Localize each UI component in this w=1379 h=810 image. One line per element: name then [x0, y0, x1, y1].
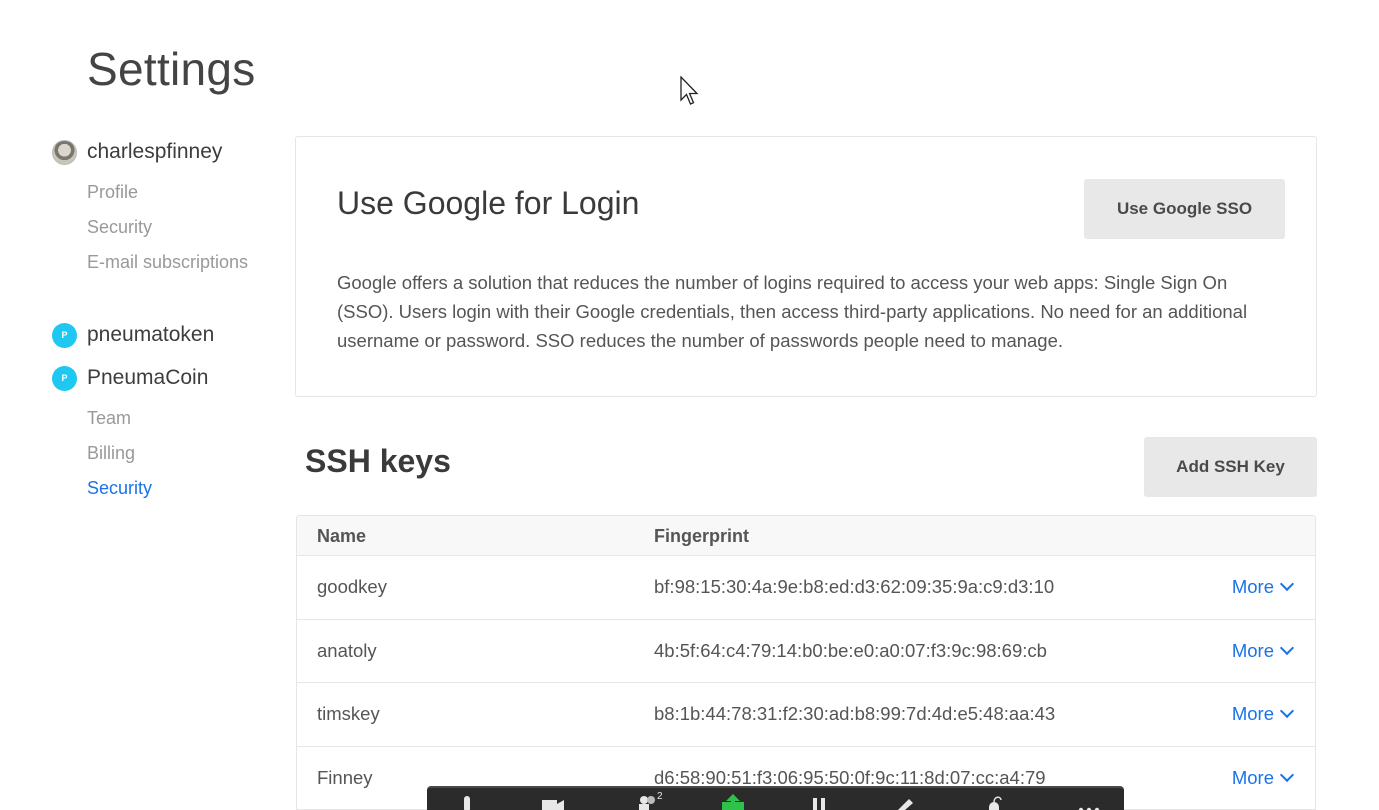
key-fingerprint: b8:1b:44:78:31:f2:30:ad:b8:99:7d:4d:e5:4… [654, 703, 1056, 724]
sidebar-item-user-security[interactable]: Security [87, 217, 152, 238]
more-label: More [1231, 576, 1274, 597]
google-sso-description: Google offers a solution that reduces th… [337, 272, 1248, 351]
table-row: anatoly 4b:5f:64:c4:79:14:b0:be:e0:a0:07… [297, 620, 1315, 683]
sidebar-item-email-subscriptions[interactable]: E-mail subscriptions [87, 252, 248, 273]
key-name: timskey [317, 703, 380, 724]
pause-icon[interactable] [807, 794, 831, 810]
sidebar-user[interactable]: charlespfinney [52, 136, 222, 168]
participants-count: 2 [657, 791, 663, 802]
sidebar-item-billing[interactable]: Billing [87, 443, 135, 464]
ssh-keys-table: Name Fingerprint goodkey bf:98:15:30:4a:… [296, 515, 1316, 810]
google-sso-card: Use Google for Login Use Google SSO Goog… [295, 136, 1317, 397]
microphone-icon[interactable] [455, 794, 479, 810]
table-header: Name Fingerprint [297, 516, 1315, 556]
add-ssh-key-button[interactable]: Add SSH Key [1144, 437, 1317, 497]
sidebar-org-pneumacoin[interactable]: P PneumaCoin [52, 362, 208, 394]
more-button[interactable]: More [1231, 576, 1295, 598]
annotate-icon[interactable] [891, 794, 915, 810]
avatar [52, 139, 77, 165]
video-icon[interactable] [541, 794, 565, 810]
org-badge-icon: P [52, 365, 77, 391]
page-title: Settings [87, 43, 256, 95]
chevron-down-icon [1279, 703, 1295, 719]
more-button[interactable]: More [1231, 766, 1295, 789]
column-header-fingerprint: Fingerprint [654, 526, 749, 546]
more-label: More [1231, 639, 1274, 661]
meeting-toolbar: 2 [427, 786, 1124, 810]
share-screen-icon[interactable] [721, 794, 745, 810]
org-badge-icon: P [52, 322, 77, 348]
ssh-keys-title: SSH keys [305, 443, 451, 479]
sidebar-item-org-security[interactable]: Security [87, 478, 152, 499]
remote-control-icon[interactable] [983, 794, 1007, 810]
chevron-down-icon [1279, 640, 1295, 655]
use-google-sso-button[interactable]: Use Google SSO [1084, 179, 1285, 239]
chevron-down-icon [1279, 767, 1295, 782]
mouse-cursor-icon [680, 76, 699, 105]
key-name: anatoly [317, 639, 377, 661]
table-row: goodkey bf:98:15:30:4a:9e:b8:ed:d3:62:09… [297, 556, 1315, 620]
org-name: pneumatoken [87, 323, 215, 346]
sidebar-item-profile[interactable]: Profile [87, 182, 138, 203]
table-row: timskey b8:1b:44:78:31:f2:30:ad:b8:99:7d… [297, 683, 1315, 747]
google-sso-title: Use Google for Login [337, 185, 640, 221]
user-name: charlespfinney [87, 140, 223, 163]
key-fingerprint: 4b:5f:64:c4:79:14:b0:be:e0:a0:07:f3:9c:9… [654, 639, 1047, 661]
key-fingerprint: bf:98:15:30:4a:9e:b8:ed:d3:62:09:35:9a:c… [654, 576, 1055, 597]
org-name: PneumaCoin [87, 366, 209, 389]
sidebar-item-team[interactable]: Team [87, 408, 131, 429]
chevron-down-icon [1279, 576, 1295, 592]
more-label: More [1231, 766, 1274, 788]
more-button[interactable]: More [1231, 639, 1295, 662]
more-icon[interactable] [1077, 794, 1101, 810]
sidebar-org-pneumatoken[interactable]: P pneumatoken [52, 319, 214, 351]
more-button[interactable]: More [1231, 703, 1295, 725]
column-header-name: Name [317, 526, 367, 546]
key-name: Finney [317, 766, 373, 788]
more-label: More [1231, 703, 1274, 724]
key-name: goodkey [317, 576, 387, 597]
